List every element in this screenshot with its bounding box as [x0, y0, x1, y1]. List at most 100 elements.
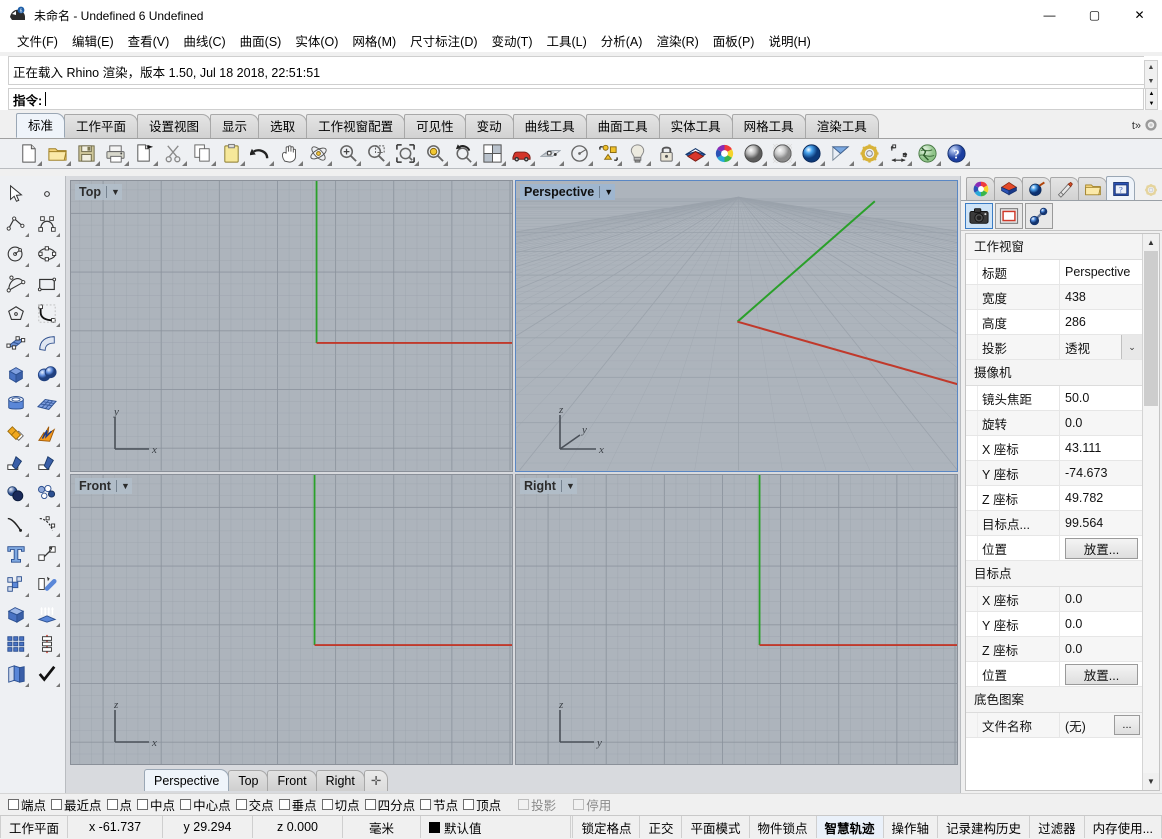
dropdown-corner-icon[interactable]: [56, 533, 60, 537]
text-tool-icon[interactable]: [0, 509, 31, 539]
scroll-down-icon[interactable]: ▼: [1145, 75, 1157, 89]
viewport-tab-top[interactable]: Top: [228, 770, 268, 791]
open-file-icon[interactable]: [43, 141, 72, 167]
light-bulb-icon[interactable]: [623, 141, 652, 167]
properties-scrollbar[interactable]: ▲ ▼: [1142, 234, 1159, 790]
rtab-layers-icon[interactable]: [966, 177, 995, 200]
dropdown-corner-icon[interactable]: [936, 161, 941, 166]
status-units[interactable]: 毫米: [343, 816, 421, 838]
property-value[interactable]: 43.111: [1060, 436, 1142, 460]
dropdown-corner-icon[interactable]: [25, 413, 29, 417]
control-point-curve-icon[interactable]: [31, 209, 62, 239]
property-value[interactable]: 0.0: [1060, 587, 1142, 611]
dropdown-corner-icon[interactable]: [124, 161, 129, 166]
properties-scroll-track[interactable]: [1143, 251, 1159, 773]
viewport-top[interactable]: yxTop▼: [70, 180, 513, 472]
offset-curve-icon[interactable]: [31, 479, 62, 509]
viewport-menu-caret-icon[interactable]: ▼: [106, 186, 120, 198]
osnap-checkbox[interactable]: [107, 799, 118, 810]
close-button[interactable]: ✕: [1117, 0, 1162, 30]
dropdown-corner-icon[interactable]: [617, 161, 622, 166]
dropdown-corner-icon[interactable]: [56, 263, 60, 267]
layers-panel-icon[interactable]: [0, 629, 31, 659]
dropdown-corner-icon[interactable]: [327, 161, 332, 166]
rectangle-tool-icon[interactable]: [31, 269, 62, 299]
array-grid-icon[interactable]: [0, 599, 31, 629]
shaded-sphere-icon[interactable]: [739, 141, 768, 167]
color-wheel-icon[interactable]: [710, 141, 739, 167]
dropdown-corner-icon[interactable]: [56, 353, 60, 357]
tab-cplane[interactable]: 工作平面: [64, 114, 138, 138]
dropdown-corner-icon[interactable]: [501, 161, 506, 166]
status-toggle-5[interactable]: 操作轴: [884, 816, 939, 838]
tab-surface-tools[interactable]: 曲面工具: [586, 114, 660, 138]
tab-display[interactable]: 显示: [210, 114, 259, 138]
copy-objects-icon[interactable]: [0, 539, 31, 569]
osnap-checkbox[interactable]: [8, 799, 19, 810]
menu-mesh[interactable]: 网格(M): [345, 29, 403, 52]
viewport-menu-caret-icon[interactable]: ▼: [116, 480, 130, 492]
menu-tools[interactable]: 工具(L): [539, 29, 593, 52]
osnap-checkbox[interactable]: [420, 799, 431, 810]
viewport-add-tab-icon[interactable]: ✛: [364, 770, 388, 791]
dropdown-corner-icon[interactable]: [56, 293, 60, 297]
dropdown-corner-icon[interactable]: [56, 233, 60, 237]
osnap-checkbox[interactable]: [236, 799, 247, 810]
dropdown-corner-icon[interactable]: [25, 263, 29, 267]
cut-scissors-icon[interactable]: [159, 141, 188, 167]
osnap-checkbox[interactable]: [365, 799, 376, 810]
status-toggle-1[interactable]: 正交: [640, 816, 682, 838]
dropdown-corner-icon[interactable]: [559, 161, 564, 166]
scale-icon[interactable]: [0, 569, 31, 599]
copy-icon[interactable]: [188, 141, 217, 167]
osnap-checkbox[interactable]: [279, 799, 290, 810]
menu-render[interactable]: 渲染(R): [649, 29, 705, 52]
menu-surface[interactable]: 曲面(S): [233, 29, 289, 52]
explode-icon[interactable]: [31, 419, 62, 449]
dropdown-corner-icon[interactable]: [25, 383, 29, 387]
rtab-display-icon[interactable]: [994, 177, 1023, 200]
osnap-checkbox[interactable]: [322, 799, 333, 810]
property-value[interactable]: -74.673: [1060, 461, 1142, 485]
property-value[interactable]: 透视⌄: [1060, 335, 1142, 359]
viewport-tab-right[interactable]: Right: [316, 770, 365, 791]
property-value[interactable]: 放置...: [1060, 662, 1142, 686]
status-cplane[interactable]: 工作平面: [0, 816, 68, 838]
menu-curve[interactable]: 曲线(C): [176, 29, 232, 52]
dropdown-corner-icon[interactable]: [646, 161, 651, 166]
osnap-11[interactable]: 投影: [518, 795, 556, 814]
check-object-icon[interactable]: [31, 629, 62, 659]
property-value[interactable]: 286: [1060, 310, 1142, 334]
dropdown-corner-icon[interactable]: [25, 593, 29, 597]
status-toggle-4[interactable]: 智慧轨迹: [817, 816, 884, 838]
properties-scroll-up-icon[interactable]: ▲: [1143, 234, 1159, 251]
menu-file[interactable]: 文件(F): [10, 29, 65, 52]
dropdown-corner-icon[interactable]: [25, 503, 29, 507]
undo-icon[interactable]: [246, 141, 275, 167]
layers-icon[interactable]: [681, 141, 710, 167]
dropdown-corner-icon[interactable]: [25, 233, 29, 237]
grid-snap-icon[interactable]: [536, 141, 565, 167]
property-browse-button[interactable]: ...: [1114, 715, 1140, 735]
dropdown-corner-icon[interactable]: [385, 161, 390, 166]
viewport-menu-caret-icon[interactable]: ▼: [599, 186, 613, 198]
rendered-sphere-icon[interactable]: [797, 141, 826, 167]
dropdown-corner-icon[interactable]: [530, 161, 535, 166]
dropdown-corner-icon[interactable]: [56, 383, 60, 387]
dropdown-corner-icon[interactable]: [791, 161, 796, 166]
osnap-5[interactable]: 交点: [236, 795, 274, 814]
box-solid-icon[interactable]: [0, 359, 31, 389]
menu-view[interactable]: 查看(V): [121, 29, 177, 52]
rotate-view-icon[interactable]: [304, 141, 333, 167]
dropdown-corner-icon[interactable]: [56, 323, 60, 327]
dropdown-corner-icon[interactable]: [704, 161, 709, 166]
globe-icon[interactable]: [913, 141, 942, 167]
status-coord-z[interactable]: z 0.000: [253, 816, 343, 838]
dropdown-corner-icon[interactable]: [878, 161, 883, 166]
property-value[interactable]: 0.0: [1060, 411, 1142, 435]
menu-edit[interactable]: 编辑(E): [65, 29, 121, 52]
toolbar-overflow[interactable]: t»: [1128, 114, 1162, 138]
osnap-7[interactable]: 切点: [322, 795, 360, 814]
render-preview-icon[interactable]: [0, 659, 31, 689]
cylinder-solid-icon[interactable]: [0, 389, 31, 419]
